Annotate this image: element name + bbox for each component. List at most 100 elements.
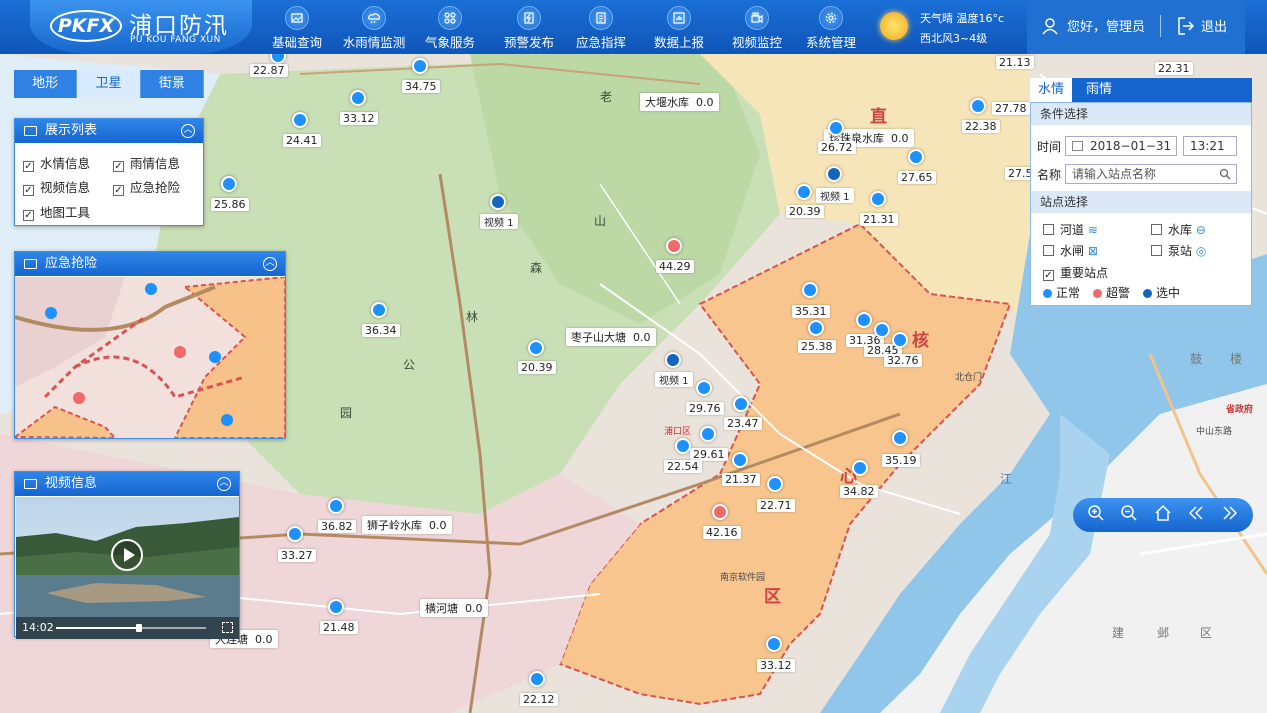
nav-water-rain[interactable]: 水雨情监测 xyxy=(338,0,410,54)
map-type-street[interactable]: 街景 xyxy=(140,70,204,98)
station-name-input[interactable]: 请输入站点名称 xyxy=(1065,164,1237,184)
station-marker-alert[interactable] xyxy=(712,504,728,520)
station-marker[interactable] xyxy=(802,282,818,298)
tab-rain[interactable]: 雨情 xyxy=(1078,78,1120,102)
logout-icon[interactable] xyxy=(1177,16,1195,36)
station-marker[interactable] xyxy=(852,460,868,476)
fullscreen-icon[interactable] xyxy=(222,622,233,633)
nav-warning[interactable]: 预警发布 xyxy=(498,0,560,54)
station-marker[interactable] xyxy=(287,526,303,542)
station-marker[interactable] xyxy=(350,90,366,106)
station-reading[interactable]: 22.87 xyxy=(250,64,288,77)
station-reading[interactable]: 22.54 xyxy=(664,460,702,473)
station-reading[interactable]: 42.16 xyxy=(703,526,741,539)
video-progress-handle[interactable] xyxy=(135,624,142,632)
station-reading[interactable]: 44.29 xyxy=(656,260,694,273)
checkbox[interactable]: ✓ xyxy=(1043,270,1054,281)
station-marker[interactable] xyxy=(908,149,924,165)
logout-button[interactable]: 退出 xyxy=(1201,16,1227,35)
station-marker[interactable] xyxy=(767,476,783,492)
station-marker[interactable] xyxy=(970,98,986,114)
station-reading[interactable]: 22.31 xyxy=(1155,62,1193,75)
station-reading[interactable]: 34.82 xyxy=(840,485,878,498)
station-marker-alert[interactable] xyxy=(666,238,682,254)
station-reading[interactable]: 27.65 xyxy=(898,171,936,184)
checkbox[interactable] xyxy=(1043,224,1054,235)
checkbox[interactable]: ✓ xyxy=(23,161,34,172)
station-marker[interactable] xyxy=(874,322,890,338)
station-reading[interactable]: 20.39 xyxy=(786,205,824,218)
station-reservoir-checkbox[interactable]: 水库 ⊖ xyxy=(1151,221,1206,238)
station-reading[interactable]: 26.72 xyxy=(818,141,856,154)
station-marker[interactable] xyxy=(328,599,344,615)
play-icon[interactable] xyxy=(111,539,143,571)
station-marker[interactable] xyxy=(696,380,712,396)
nav-basic-query[interactable]: 基础查询 xyxy=(266,0,328,54)
nav-data-report[interactable]: 数据上报 xyxy=(648,0,710,54)
tab-water[interactable]: 水情 xyxy=(1030,78,1073,102)
station-marker[interactable] xyxy=(371,302,387,318)
station-reading[interactable]: 29.76 xyxy=(686,402,724,415)
nav-system[interactable]: 系统管理 xyxy=(800,0,862,54)
emergency-map[interactable] xyxy=(15,277,285,438)
user-greeting[interactable]: 您好，管理员 xyxy=(1067,16,1145,35)
layer-video-checkbox[interactable]: ✓ 视频信息 xyxy=(23,177,90,196)
layer-emergency-checkbox[interactable]: ✓ 应急抢险 xyxy=(113,177,180,196)
reservoir-label[interactable]: 狮子岭水库 0.0 xyxy=(362,516,452,534)
video-tag[interactable]: 视频 1 xyxy=(655,372,693,387)
station-marker[interactable] xyxy=(828,120,844,136)
checkbox[interactable]: ✓ xyxy=(113,161,124,172)
video-player[interactable]: 14:02 xyxy=(16,497,239,639)
station-marker[interactable] xyxy=(892,430,908,446)
layer-water-checkbox[interactable]: ✓ 水情信息 xyxy=(23,153,90,172)
station-marker[interactable] xyxy=(221,176,237,192)
station-marker[interactable] xyxy=(700,426,716,442)
time-field[interactable]: 13:21 xyxy=(1183,136,1237,156)
map-type-terrain[interactable]: 地形 xyxy=(14,70,78,98)
video-marker[interactable] xyxy=(490,194,506,210)
station-marker[interactable] xyxy=(766,636,782,652)
checkbox[interactable]: ✓ xyxy=(23,185,34,196)
station-marker[interactable] xyxy=(529,671,545,687)
station-reading[interactable]: 25.38 xyxy=(798,340,836,353)
station-pump-checkbox[interactable]: 泵站 ◎ xyxy=(1151,242,1206,259)
video-tag[interactable]: 视频 1 xyxy=(480,214,518,229)
station-marker[interactable] xyxy=(292,112,308,128)
station-marker[interactable] xyxy=(892,332,908,348)
station-marker[interactable] xyxy=(328,498,344,514)
map-tools-checkbox[interactable]: ✓ 地图工具 xyxy=(23,202,90,221)
station-marker[interactable] xyxy=(808,320,824,336)
next-icon[interactable] xyxy=(1219,504,1241,526)
video-marker[interactable] xyxy=(826,166,842,182)
reservoir-label[interactable]: 横河塘 0.0 xyxy=(420,599,488,617)
station-marker[interactable] xyxy=(796,184,812,200)
nav-weather[interactable]: 气象服务 xyxy=(420,0,480,54)
date-field[interactable]: 2018−01−31 xyxy=(1065,136,1177,156)
checkbox[interactable] xyxy=(1151,245,1162,256)
station-marker[interactable] xyxy=(675,438,691,454)
video-marker[interactable] xyxy=(665,352,681,368)
station-marker[interactable] xyxy=(412,58,428,74)
station-marker[interactable] xyxy=(733,396,749,412)
station-reading[interactable]: 27.78 xyxy=(992,102,1030,115)
station-reading[interactable]: 33.27 xyxy=(278,549,316,562)
checkbox[interactable]: ✓ xyxy=(113,185,124,196)
nav-command[interactable]: 应急指挥 xyxy=(570,0,632,54)
layer-rain-checkbox[interactable]: ✓ 雨情信息 xyxy=(113,153,180,172)
station-reading[interactable]: 33.12 xyxy=(340,112,378,125)
search-icon[interactable] xyxy=(1219,168,1231,180)
collapse-icon[interactable]: ︿ xyxy=(263,257,277,271)
station-reading[interactable]: 35.19 xyxy=(882,454,920,467)
station-reading[interactable]: 33.12 xyxy=(757,659,795,672)
collapse-icon[interactable]: ︿ xyxy=(181,124,195,138)
station-marker[interactable] xyxy=(870,191,886,207)
video-tag[interactable]: 视频 1 xyxy=(816,188,854,203)
station-reading[interactable]: 32.76 xyxy=(884,354,922,367)
station-reading[interactable]: 20.39 xyxy=(518,361,556,374)
zoom-out-icon[interactable] xyxy=(1118,504,1140,526)
checkbox[interactable] xyxy=(1043,245,1054,256)
station-reading[interactable]: 21.37 xyxy=(722,473,760,486)
station-marker[interactable] xyxy=(732,452,748,468)
station-marker[interactable] xyxy=(528,340,544,356)
station-reading[interactable]: 24.41 xyxy=(283,134,321,147)
